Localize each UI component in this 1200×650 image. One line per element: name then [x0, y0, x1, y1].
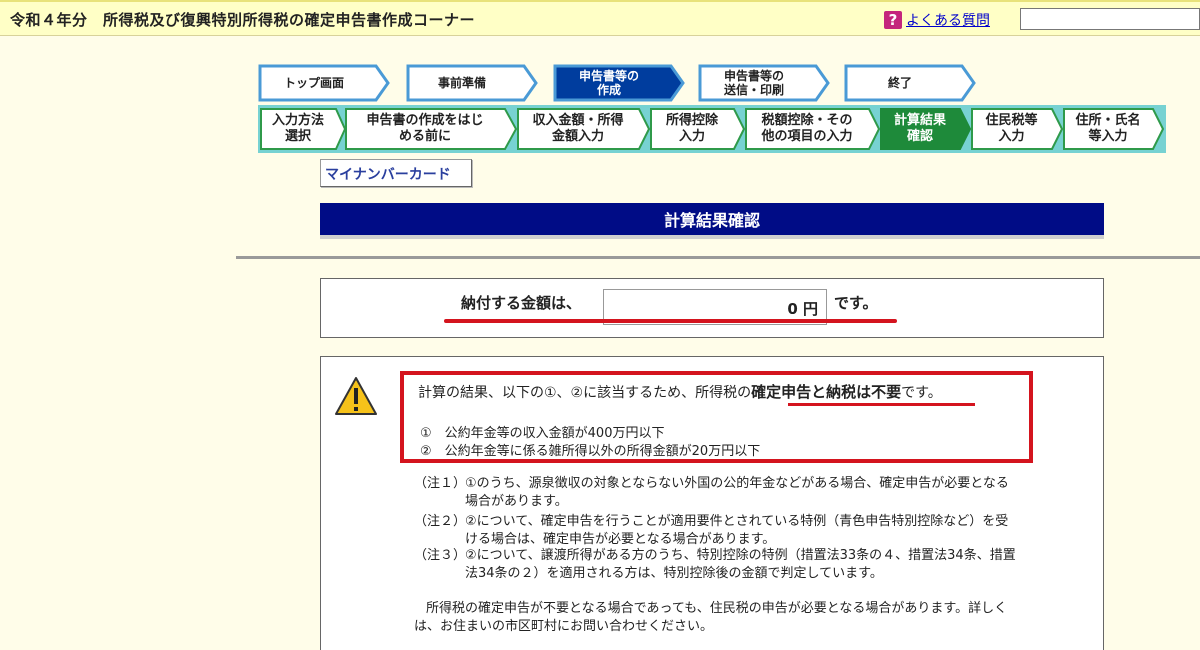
main-step-label: 申告書等の 送信・印刷	[723, 69, 784, 97]
page-header-title: 令和４年分 所得税及び復興特別所得税の確定申告書作成コーナー	[10, 11, 476, 29]
main-step-label: 終了	[887, 76, 912, 90]
note-line: ②について、確定申告を行うことが適用要件とされている特例（青色申告特別控除など）…	[465, 514, 1009, 529]
sub-step-deduction[interactable]: 所得控除 入力	[650, 108, 745, 150]
mynumber-card-button[interactable]: マイナンバーカード	[320, 159, 472, 187]
result-main-text: 計算の結果、以下の①、②に該当するため、所得税の確定申告と納税は不要です。	[418, 381, 942, 402]
main-step-preparation[interactable]: 事前準備	[406, 64, 539, 102]
sub-step-label: 所得控除 入力	[665, 113, 718, 144]
warning-icon	[335, 377, 377, 415]
result-main-prefix: 計算の結果、以下の①、②に該当するため、所得税の	[418, 385, 752, 401]
sub-step-label: 税額控除・その 他の項目の入力	[761, 113, 853, 144]
payment-suffix: です。	[834, 294, 878, 312]
note-marker: （注１）	[414, 476, 467, 491]
faq-link[interactable]: ? よくある質問	[884, 10, 990, 30]
note-marker: （注３）	[414, 548, 467, 563]
condition-item: ① 公約年金等の収入金額が400万円以下	[420, 426, 665, 441]
question-icon: ?	[884, 11, 902, 29]
sub-step-label: 申告書の作成をはじ める前に	[366, 113, 484, 144]
faq-label[interactable]: よくある質問	[906, 10, 990, 30]
footer-note-line: 所得税の確定申告が不要となる場合であっても、住民税の申告が必要となる場合がありま…	[426, 601, 1008, 616]
payment-label: 納付する金額は、	[461, 294, 582, 312]
main-step-label: 申告書等の 作成	[578, 69, 639, 97]
sub-step-result[interactable]: 計算結果 確認	[880, 108, 971, 150]
main-step-create[interactable]: 申告書等の 作成	[553, 64, 686, 102]
footer-note-line: は、お住まいの市区町村にお問い合わせください。	[414, 619, 714, 634]
note-line: ②について、譲渡所得がある方のうち、特別控除の特例（措置法33条の４、措置法34…	[465, 548, 1016, 563]
sub-step-resident-tax[interactable]: 住民税等 入力	[971, 108, 1063, 150]
sub-step-before-start[interactable]: 申告書の作成をはじ める前に	[345, 108, 517, 150]
sub-step-label: 入力方法 選択	[271, 113, 324, 144]
app-header: 令和４年分 所得税及び復興特別所得税の確定申告書作成コーナー ? よくある質問	[0, 0, 1200, 36]
sub-step-label: 計算結果 確認	[893, 113, 946, 144]
sub-step-income[interactable]: 収入金額・所得 金額入力	[517, 108, 650, 150]
emphasis-underline-2	[788, 403, 975, 406]
sub-step-address[interactable]: 住所・氏名 等入力	[1063, 108, 1164, 150]
sub-step-tax-credit[interactable]: 税額控除・その 他の項目の入力	[745, 108, 880, 150]
note-line: ①のうち、源泉徴収の対象とならない外国の公的年金などがある場合、確定申告が必要と…	[465, 476, 1009, 491]
page-title: 計算結果確認	[320, 203, 1104, 239]
condition-item: ② 公約年金等に係る雑所得以外の所得金額が20万円以下	[420, 444, 761, 459]
main-step-send-print[interactable]: 申告書等の 送信・印刷	[698, 64, 831, 102]
main-step-top[interactable]: トップ画面	[258, 64, 391, 102]
sub-step-label: 収入金額・所得 金額入力	[532, 113, 624, 144]
result-main-suffix: です。	[901, 385, 942, 401]
main-step-label: 事前準備	[437, 76, 486, 90]
divider	[236, 256, 1200, 259]
emphasis-underline	[444, 319, 897, 323]
sub-progress-steps: 入力方法 選択 申告書の作成をはじ める前に 収入金額・所得 金額入力 所得控除…	[258, 105, 1166, 153]
note-marker: （注２）	[414, 514, 467, 529]
sub-step-label: 住所・氏名 等入力	[1075, 113, 1141, 144]
sub-step-input-method[interactable]: 入力方法 選択	[260, 108, 346, 150]
main-step-finish[interactable]: 終了	[844, 64, 977, 102]
search-input[interactable]	[1020, 8, 1200, 30]
sub-step-label: 住民税等 入力	[985, 113, 1038, 144]
result-main-emphasis: 確定申告と納税は不要	[751, 383, 902, 401]
note-line: 法34条の２）を適用される方は、特別控除後の金額で判定しています。	[465, 566, 883, 581]
note-line: 場合があります。	[465, 494, 568, 509]
main-step-label: トップ画面	[283, 76, 344, 90]
